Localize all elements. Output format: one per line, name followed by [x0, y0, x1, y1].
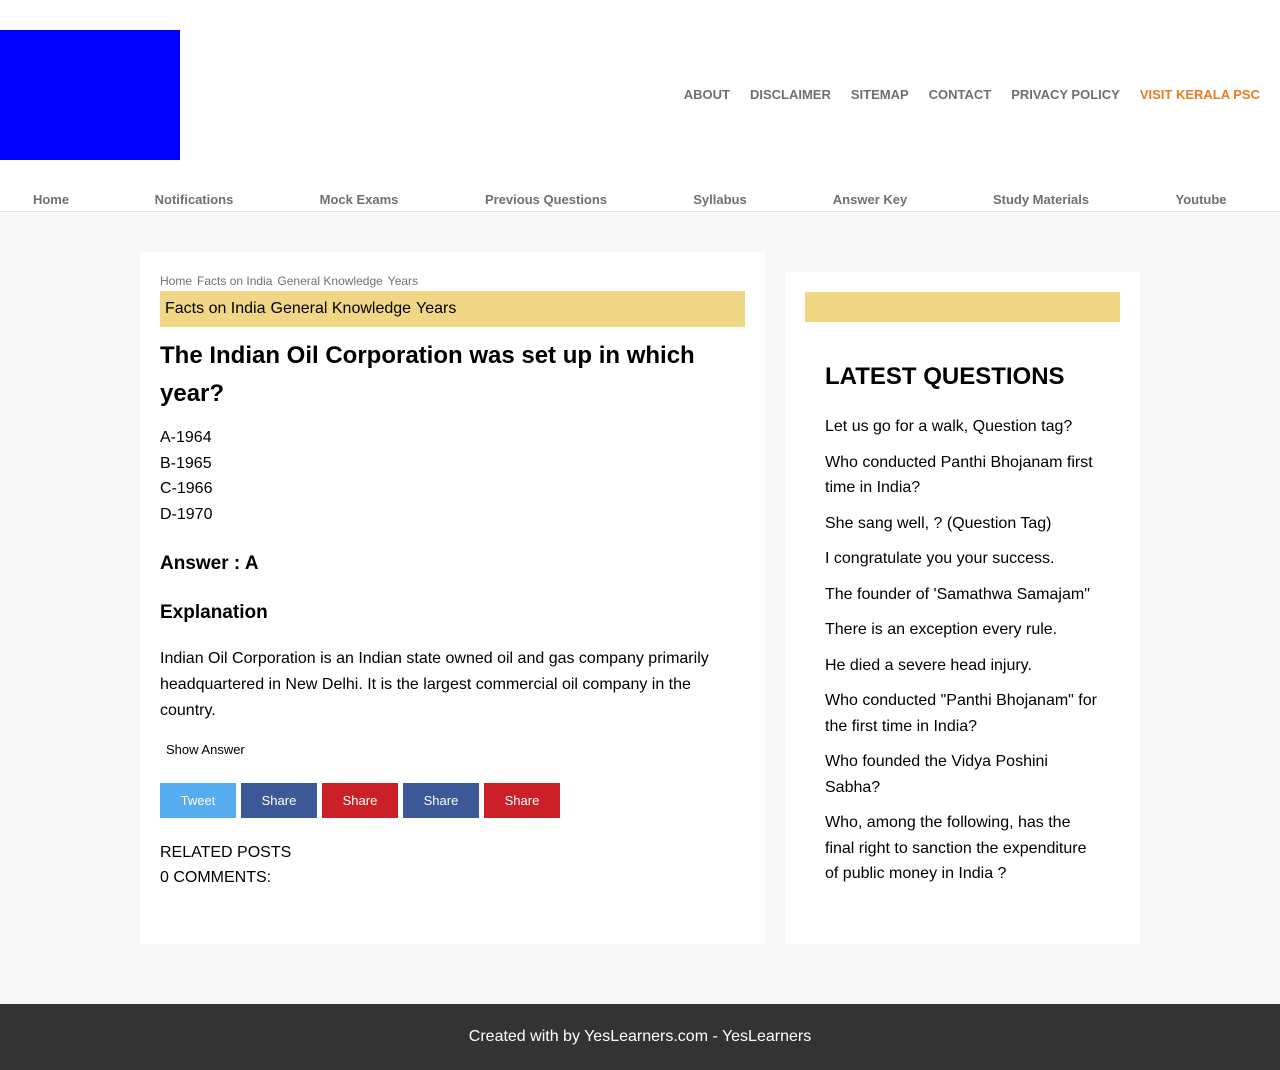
linkedin-share-button[interactable]: Share — [403, 783, 479, 818]
latest-question-link[interactable]: Who conducted "Panthi Bhojanam" for the … — [825, 692, 1097, 735]
list-item: The founder of 'Samathwa Samajam" — [825, 582, 1100, 608]
answer-options: A-1964 B-1965 C-1966 D-1970 — [160, 425, 745, 527]
footer-credit: Created with by YesLearners.com - YesLea… — [468, 1028, 812, 1045]
list-item: Who founded the Vidya Poshini Sabha? — [825, 749, 1100, 800]
option-c: C-1966 — [160, 480, 213, 497]
breadcrumb-home[interactable]: Home — [160, 274, 192, 288]
tweet-button[interactable]: Tweet — [160, 783, 236, 818]
pinterest-share-button[interactable]: Share — [322, 783, 398, 818]
email-share-button[interactable]: Share — [484, 783, 560, 818]
post-labels-bar: Facts on India General Knowledge Years — [160, 291, 745, 327]
top-link-sitemap[interactable]: SITEMAP — [851, 87, 909, 102]
option-a: A-1964 — [160, 429, 212, 446]
site-footer: Created with by YesLearners.com - YesLea… — [0, 1004, 1280, 1070]
nav-item-answer-key[interactable]: Answer Key — [833, 192, 907, 207]
explanation-text: Indian Oil Corporation is an Indian stat… — [160, 650, 709, 719]
list-item: He died a severe head injury. — [825, 653, 1100, 679]
share-buttons: Tweet Share Share Share Share — [160, 783, 745, 818]
nav-item-home[interactable]: Home — [33, 192, 69, 207]
nav-item-syllabus[interactable]: Syllabus — [693, 192, 746, 207]
nav-item-notifications[interactable]: Notifications — [155, 192, 234, 207]
comments-heading: 0 COMMENTS: — [160, 869, 272, 886]
main-nav: Home Notifications Mock Exams Previous Q… — [0, 192, 1280, 210]
option-b: B-1965 — [160, 454, 212, 472]
latest-question-link[interactable]: Who conducted Panthi Bhojanam first time… — [825, 454, 1093, 497]
nav-item-youtube[interactable]: Youtube — [1175, 192, 1226, 207]
top-link-about[interactable]: ABOUT — [684, 87, 730, 102]
related-posts-heading: RELATED POSTS — [160, 844, 292, 861]
latest-questions-list: Let us go for a walk, Question tag? Who … — [825, 414, 1100, 887]
answer-text: Answer : A — [160, 553, 259, 574]
latest-question-link[interactable]: The founder of 'Samathwa Samajam" — [825, 586, 1090, 603]
list-item: There is an exception every rule. — [825, 617, 1100, 643]
site-header: ABOUT DISCLAIMER SITEMAP CONTACT PRIVACY… — [0, 0, 1280, 212]
top-links-menu: ABOUT DISCLAIMER SITEMAP CONTACT PRIVACY… — [684, 87, 1260, 102]
latest-question-link[interactable]: Let us go for a walk, Question tag? — [825, 418, 1072, 435]
latest-questions-title: LATEST QUESTIONS — [825, 363, 1065, 390]
top-link-privacy-policy[interactable]: PRIVACY POLICY — [1011, 87, 1120, 102]
latest-question-link[interactable]: He died a severe head injury. — [825, 657, 1032, 674]
list-item: I congratulate you your success. — [825, 546, 1100, 572]
site-logo[interactable] — [0, 30, 180, 160]
option-d: D-1970 — [160, 505, 213, 523]
post-card: Home Facts on India General Knowledge Ye… — [140, 252, 765, 944]
related-section: RELATED POSTS 0 COMMENTS: — [160, 840, 745, 890]
breadcrumb: Home Facts on India General Knowledge Ye… — [160, 272, 745, 290]
list-item: She sang well, ? (Question Tag) — [825, 511, 1100, 537]
post-title: The Indian Oil Corporation was set up in… — [160, 342, 695, 407]
latest-question-link[interactable]: She sang well, ? (Question Tag) — [825, 515, 1052, 532]
nav-item-study-materials[interactable]: Study Materials — [993, 192, 1089, 207]
nav-item-mock-exams[interactable]: Mock Exams — [320, 192, 399, 207]
show-answer-button[interactable]: Show Answer — [166, 742, 245, 757]
latest-question-link[interactable]: Who, among the following, has the final … — [825, 814, 1087, 882]
breadcrumb-general-knowledge[interactable]: General Knowledge — [277, 274, 382, 288]
list-item: Who conducted Panthi Bhojanam first time… — [825, 450, 1100, 501]
latest-question-link[interactable]: I congratulate you your success. — [825, 550, 1054, 567]
latest-question-link[interactable]: There is an exception every rule. — [825, 621, 1057, 638]
list-item: Who conducted "Panthi Bhojanam" for the … — [825, 688, 1100, 739]
sidebar: LATEST QUESTIONS Let us go for a walk, Q… — [785, 272, 1140, 944]
breadcrumb-facts-on-india[interactable]: Facts on India — [197, 274, 272, 288]
latest-questions-widget: LATEST QUESTIONS Let us go for a walk, Q… — [805, 322, 1120, 887]
sidebar-label-bar — [805, 292, 1120, 322]
latest-question-link[interactable]: Who founded the Vidya Poshini Sabha? — [825, 753, 1048, 796]
post-label-years[interactable]: Years — [416, 300, 456, 318]
post-label-general-knowledge[interactable]: General Knowledge — [271, 300, 412, 318]
top-link-disclaimer[interactable]: DISCLAIMER — [750, 87, 831, 102]
post-label-facts-on-india[interactable]: Facts on India — [165, 300, 266, 318]
breadcrumb-years[interactable]: Years — [388, 274, 418, 288]
nav-item-previous-questions[interactable]: Previous Questions — [485, 192, 607, 207]
facebook-share-button[interactable]: Share — [241, 783, 317, 818]
list-item: Who, among the following, has the final … — [825, 810, 1100, 887]
explanation-heading: Explanation — [160, 602, 268, 623]
top-link-contact[interactable]: CONTACT — [929, 87, 992, 102]
list-item: Let us go for a walk, Question tag? — [825, 414, 1100, 440]
top-link-visit-kerala-psc[interactable]: VISIT KERALA PSC — [1140, 87, 1260, 102]
